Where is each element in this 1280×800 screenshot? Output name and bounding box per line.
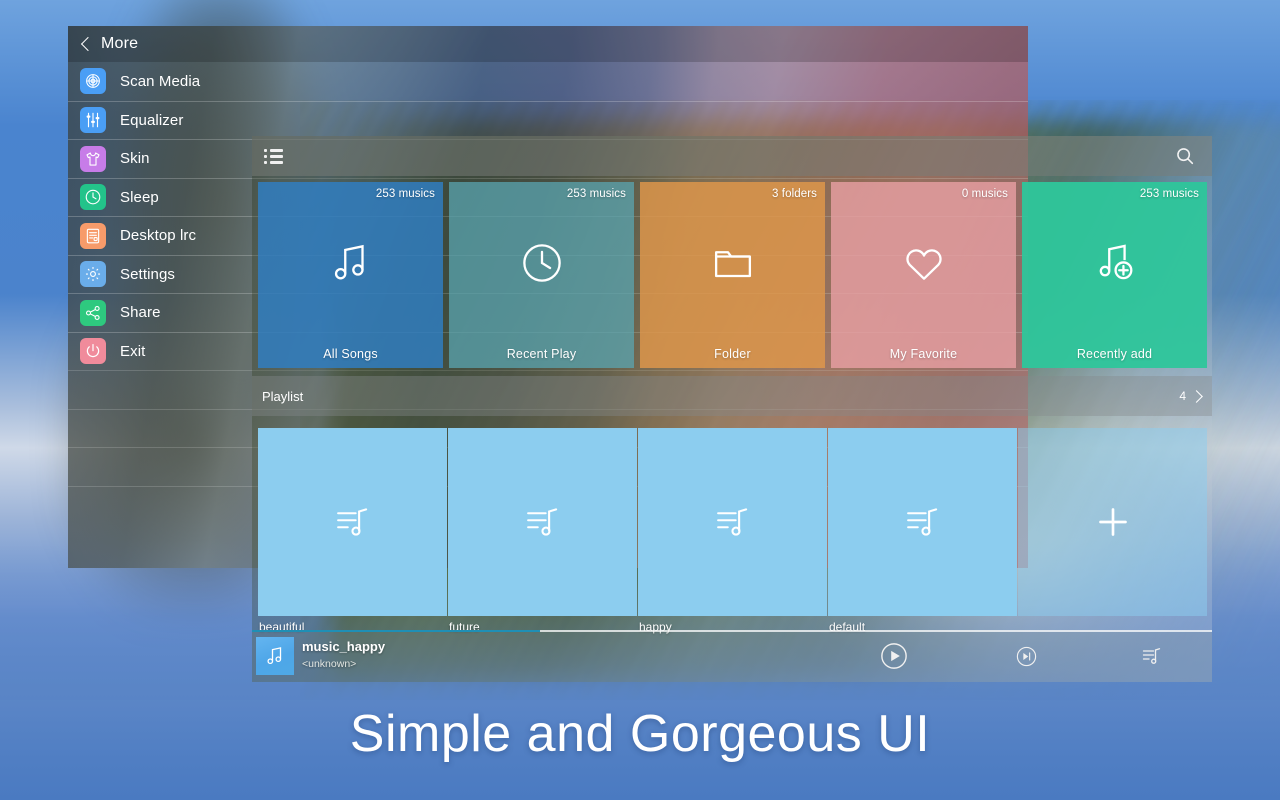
music-add-icon — [1022, 240, 1207, 286]
progress-bar-fill — [252, 630, 540, 632]
tshirt-icon — [80, 145, 106, 172]
equalizer-icon — [80, 107, 106, 134]
more-item-label: Share — [120, 304, 161, 322]
more-item-equalizer[interactable]: Equalizer — [68, 100, 1028, 140]
music-player-window: 253 musics All Songs 253 musics Recent P… — [252, 136, 1212, 682]
more-item-label: Scan Media — [120, 72, 201, 90]
tile-label: Recent Play — [506, 347, 577, 361]
playlist-section-header: Playlist 4 — [252, 376, 1212, 416]
next-track-button[interactable] — [998, 630, 1054, 682]
playlist-tile-beautiful[interactable]: beautiful — [258, 428, 447, 634]
progress-bar-track[interactable] — [252, 630, 1212, 632]
now-playing-background — [252, 630, 1212, 682]
more-item-label: Settings — [120, 265, 175, 283]
tile-count: 253 musics — [566, 188, 626, 200]
playlist-note-icon — [828, 428, 1017, 616]
now-playing-metadata: music_happy <unknown> — [302, 639, 385, 670]
clock-icon — [80, 184, 106, 211]
tile-label: All Songs — [323, 347, 378, 361]
clock-icon — [449, 240, 634, 286]
now-playing-title: music_happy — [302, 639, 386, 654]
category-tile-recent-play[interactable]: 253 musics Recent Play — [449, 182, 634, 368]
tile-label: Recently add — [1076, 347, 1153, 361]
playlist-note-icon — [448, 428, 637, 616]
more-item-label: Equalizer — [120, 111, 184, 129]
category-tile-my-favorite[interactable]: 0 musics My Favorite — [831, 182, 1016, 368]
scan-media-icon — [80, 68, 106, 95]
now-playing-artist: <unknown> — [302, 658, 357, 670]
share-icon — [80, 299, 106, 326]
search-icon[interactable] — [1174, 145, 1196, 167]
plus-icon — [1018, 428, 1207, 616]
playlist-tile-future[interactable]: future — [448, 428, 637, 634]
list-menu-icon[interactable] — [264, 148, 283, 164]
more-panel-header: More — [68, 26, 1028, 62]
marketing-caption: Simple and Gorgeous UI — [349, 705, 931, 763]
tile-count: 253 musics — [375, 188, 435, 200]
category-tile-recently-add[interactable]: 253 musics Recently add — [1022, 182, 1207, 368]
lyrics-doc-icon — [80, 222, 106, 249]
category-tile-folder[interactable]: 3 folders Folder — [640, 182, 825, 368]
more-panel-title: More — [101, 35, 139, 52]
playlist-tile-add-new[interactable] — [1018, 428, 1207, 616]
playlist-tile-row: beautiful future happy default — [258, 428, 1212, 634]
more-item-label: Skin — [120, 150, 150, 168]
playlist-tile-happy[interactable]: happy — [638, 428, 827, 634]
playlist-tile-default[interactable]: default — [828, 428, 1017, 634]
tile-count: 0 musics — [961, 188, 1008, 200]
chevron-right-icon — [1192, 390, 1200, 403]
tile-count: 3 folders — [771, 188, 817, 200]
playlist-note-icon — [258, 428, 447, 616]
now-playing-bar: music_happy <unknown> — [252, 630, 1212, 682]
more-item-scan-media[interactable]: Scan Media — [68, 62, 1028, 101]
music-app-toolbar — [252, 136, 1212, 176]
playlist-queue-button[interactable] — [1124, 630, 1180, 682]
power-icon — [80, 338, 106, 365]
music-note-icon — [258, 240, 443, 286]
tile-count: 253 musics — [1139, 188, 1199, 200]
folder-icon — [640, 240, 825, 286]
category-tile-grid: 253 musics All Songs 253 musics Recent P… — [258, 182, 1207, 368]
tile-label: My Favorite — [889, 347, 958, 361]
heart-icon — [831, 240, 1016, 286]
playlist-note-icon — [638, 428, 827, 616]
playlist-section-more[interactable]: 4 — [1179, 389, 1200, 403]
category-tile-all-songs[interactable]: 253 musics All Songs — [258, 182, 443, 368]
album-art-thumbnail[interactable] — [256, 637, 294, 675]
more-item-label: Exit — [120, 342, 146, 360]
gear-icon — [80, 261, 106, 288]
chevron-left-icon[interactable] — [80, 36, 90, 52]
more-item-label: Desktop lrc — [120, 227, 197, 245]
playlist-section-title: Playlist — [262, 388, 304, 404]
tile-label: Folder — [714, 347, 751, 361]
play-button[interactable] — [866, 630, 922, 682]
playlist-count: 4 — [1179, 389, 1186, 403]
more-item-label: Sleep — [120, 188, 159, 206]
